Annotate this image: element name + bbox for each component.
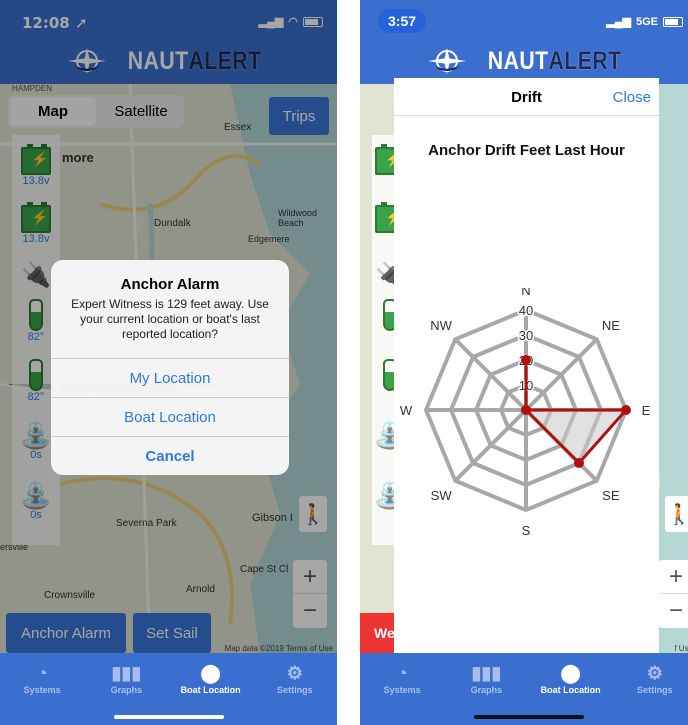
phone-screen-drift: 3:57 ▂▄▆ 5GE NAUTALERT 🔌 ⛲ ⛲ 🚶 + − We f …	[360, 0, 688, 725]
gear-icon: ⚙	[646, 663, 663, 683]
direction-label: SW	[431, 488, 453, 503]
bar-chart-icon: ▮▮▮	[471, 663, 502, 683]
drift-origin-point	[521, 405, 531, 415]
tab-label: Settings	[277, 685, 313, 695]
direction-label: N	[521, 288, 530, 298]
tab-label: Graphs	[110, 685, 143, 695]
tab-label: Graphs	[470, 685, 503, 695]
drift-data-point	[621, 405, 631, 415]
tab-settings[interactable]: ⚙ Settings	[253, 653, 337, 725]
gear-icon: ⚙	[286, 663, 303, 683]
close-button[interactable]: Close	[613, 89, 651, 106]
status-bar: 3:57 ▂▄▆ 5GE	[360, 0, 688, 44]
status-icons: ▂▄▆ 5GE	[606, 15, 683, 28]
tab-label: Settings	[637, 685, 673, 695]
tab-systems[interactable]: ◔ Systems	[0, 653, 84, 725]
tab-settings[interactable]: ⚙ Settings	[613, 653, 688, 725]
logo-text: NAUTALERT	[487, 46, 622, 75]
compass-logo-icon	[427, 48, 466, 74]
chart-title: Anchor Drift Feet Last Hour	[428, 142, 625, 159]
boat-location-icon: ⬤	[200, 663, 221, 683]
speedometer-icon: ◔	[36, 663, 48, 683]
drift-data-point	[574, 458, 585, 469]
bar-chart-icon: ▮▮▮	[111, 663, 142, 683]
street-view-person-icon[interactable]: 🚶	[665, 496, 688, 532]
signal-icon: ▂▄▆	[606, 16, 631, 28]
my-location-button[interactable]: My Location	[51, 358, 289, 397]
direction-label: SE	[602, 488, 620, 503]
boat-location-button[interactable]: Boat Location	[51, 397, 289, 436]
zoom-control: + −	[659, 560, 688, 628]
weather-button[interactable]: We	[360, 613, 395, 653]
cancel-button[interactable]: Cancel	[51, 436, 289, 475]
zoom-out-button[interactable]: −	[659, 594, 688, 628]
direction-label: S	[522, 523, 531, 538]
direction-label: NE	[602, 318, 620, 333]
speedometer-icon: ◔	[396, 663, 408, 683]
radial-tick-label: 30	[519, 328, 533, 343]
status-time: 3:57	[378, 9, 427, 33]
boat-location-icon: ⬤	[560, 663, 581, 683]
anchor-alarm-dialog: Anchor Alarm Expert Witness is 129 feet …	[51, 260, 289, 475]
tab-label: Systems	[23, 685, 61, 695]
direction-label: W	[400, 403, 413, 418]
home-indicator	[113, 715, 224, 719]
direction-label: E	[642, 403, 651, 418]
app-logo: NAUTALERT	[360, 40, 688, 82]
home-indicator	[473, 715, 584, 719]
dialog-message: Expert Witness is 129 feet away. Use you…	[71, 297, 269, 341]
phone-screen-anchor-alarm: 12:08 ➚ ▂▄▆ ◠ NAUTALERT more Essex Dunda…	[0, 0, 337, 725]
map-footer: f Use	[674, 644, 688, 653]
dialog-title: Anchor Alarm	[120, 276, 220, 293]
drift-data-point	[521, 355, 531, 365]
battery-status-icon	[663, 16, 683, 27]
direction-label: NW	[430, 318, 452, 333]
radial-tick-label: 40	[519, 303, 533, 318]
tab-systems[interactable]: ◔ Systems	[360, 653, 444, 725]
tab-label: Boat Location	[540, 685, 601, 695]
tab-label: Systems	[383, 685, 421, 695]
sheet-header: Drift Close	[394, 78, 659, 116]
network-label: 5GE	[635, 15, 658, 28]
drift-sheet: Drift Close Anchor Drift Feet Last Hour …	[394, 78, 659, 658]
zoom-in-button[interactable]: +	[659, 560, 688, 594]
drift-radar-chart: NNEESESSWWNW10203040	[400, 288, 651, 538]
tab-label: Boat Location	[180, 685, 241, 695]
